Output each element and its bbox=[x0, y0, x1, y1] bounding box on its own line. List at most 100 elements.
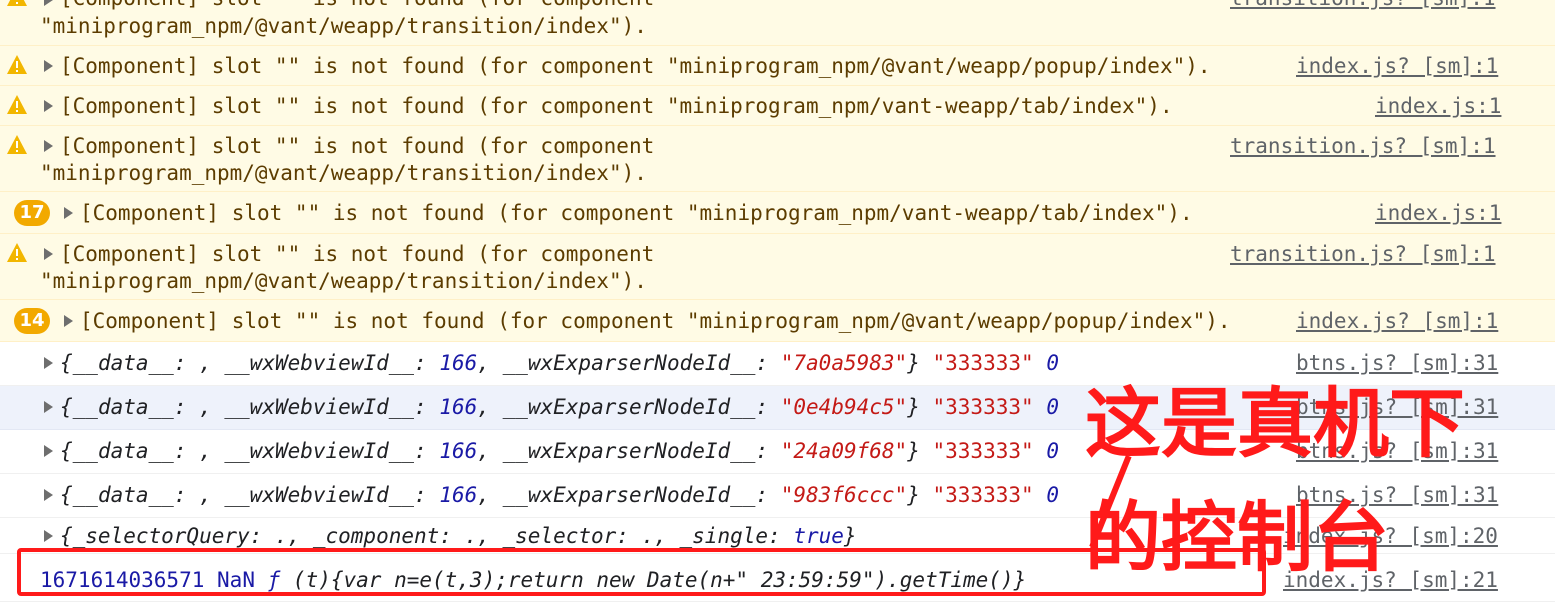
log-number: 0 bbox=[1046, 395, 1059, 419]
obj-close: } bbox=[907, 351, 920, 375]
obj-key: __wxWebviewId__ bbox=[224, 351, 415, 375]
log-string: "333333" bbox=[932, 483, 1034, 507]
warning-icon bbox=[6, 242, 28, 264]
obj-comma: , bbox=[477, 351, 503, 375]
obj-key: __wxExparserNodeId__ bbox=[502, 483, 756, 507]
expand-arrow-icon[interactable] bbox=[44, 0, 53, 6]
obj-colon: : bbox=[755, 483, 781, 507]
console-row: 17 [Component] slot "" is not found (for… bbox=[0, 192, 1555, 234]
highlight-box bbox=[17, 548, 1266, 596]
message-text-cont: "miniprogram_npm/@vant/weapp/transition/… bbox=[40, 269, 647, 293]
obj-sep: : , bbox=[173, 395, 225, 419]
expand-arrow-icon[interactable] bbox=[64, 315, 73, 327]
obj-key: __wxExparserNodeId__ bbox=[502, 395, 756, 419]
obj-close: } bbox=[907, 483, 920, 507]
source-link[interactable]: index.js:1 bbox=[1375, 199, 1501, 227]
expand-arrow-icon[interactable] bbox=[44, 530, 53, 542]
obj-string: "24a09f68" bbox=[780, 439, 908, 463]
log-object[interactable]: {__data__: , __wxWebviewId__: 166, __wxE… bbox=[60, 349, 1059, 377]
obj-open: { bbox=[60, 483, 73, 507]
obj-colon: : bbox=[414, 351, 440, 375]
obj-string: "0e4b94c5" bbox=[780, 395, 908, 419]
log-number: 0 bbox=[1046, 483, 1059, 507]
obj-colon: : bbox=[755, 351, 781, 375]
obj-comma: , bbox=[477, 395, 503, 419]
source-link[interactable]: index.js:1 bbox=[1375, 92, 1501, 120]
log-object[interactable]: {__data__: , __wxWebviewId__: 166, __wxE… bbox=[60, 481, 1059, 509]
obj-key: __data__ bbox=[72, 439, 174, 463]
obj-key: __wxExparserNodeId__ bbox=[502, 439, 756, 463]
warning-icon bbox=[6, 54, 28, 76]
obj-string: "983f6ccc" bbox=[780, 483, 908, 507]
console-row: [Component] slot "" is not found (for co… bbox=[0, 234, 1555, 300]
obj-key: __wxWebviewId__ bbox=[224, 395, 415, 419]
message-text: [Component] slot "" is not found (for co… bbox=[60, 134, 655, 158]
expand-arrow-icon[interactable] bbox=[44, 248, 53, 260]
source-link[interactable]: transition.js? [sm]:1 bbox=[1230, 132, 1496, 160]
obj-number: 166 bbox=[439, 483, 478, 507]
obj-open: { bbox=[60, 395, 73, 419]
message-text: [Component] slot "" is not found (for co… bbox=[80, 309, 1231, 333]
message-text: [Component] slot "" is not found (for co… bbox=[60, 242, 655, 266]
expand-arrow-icon[interactable] bbox=[64, 207, 73, 219]
message-text: [Component] slot "" is not found (for co… bbox=[80, 201, 1193, 225]
selector-close: } bbox=[843, 524, 857, 548]
message-text: [Component] slot "" is not found (for co… bbox=[60, 94, 1173, 118]
expand-arrow-icon[interactable] bbox=[44, 445, 53, 457]
obj-string: "7a0a5983" bbox=[780, 351, 908, 375]
obj-colon: : bbox=[414, 439, 440, 463]
obj-key: __wxExparserNodeId__ bbox=[502, 351, 756, 375]
log-object[interactable]: {__data__: , __wxWebviewId__: 166, __wxE… bbox=[60, 437, 1059, 465]
expand-arrow-icon[interactable] bbox=[44, 140, 53, 152]
message-text-cont: "miniprogram_npm/@vant/weapp/transition/… bbox=[40, 14, 647, 38]
obj-number: 166 bbox=[439, 351, 478, 375]
obj-open: { bbox=[60, 351, 73, 375]
warning-icon bbox=[6, 94, 28, 116]
obj-number: 166 bbox=[439, 395, 478, 419]
source-link[interactable]: index.js? [sm]:1 bbox=[1296, 52, 1498, 80]
obj-number: 166 bbox=[439, 439, 478, 463]
log-object[interactable]: {_selectorQuery: ., _component: ., _sele… bbox=[60, 522, 857, 550]
obj-colon: : bbox=[755, 439, 781, 463]
obj-colon: : bbox=[755, 395, 781, 419]
expand-arrow-icon[interactable] bbox=[44, 401, 53, 413]
obj-comma: , bbox=[477, 439, 503, 463]
console-row: [Component] slot "" is not found (for co… bbox=[0, 0, 1555, 46]
obj-key: __wxWebviewId__ bbox=[224, 439, 415, 463]
obj-key: __data__ bbox=[72, 351, 174, 375]
console-row: [Component] slot "" is not found (for co… bbox=[0, 126, 1555, 192]
message-text: [Component] slot "" is not found (for co… bbox=[60, 0, 654, 12]
obj-colon: : bbox=[414, 395, 440, 419]
log-number: 0 bbox=[1046, 351, 1059, 375]
message-text-cont: "miniprogram_npm/@vant/weapp/transition/… bbox=[40, 161, 647, 185]
message-text: [Component] slot "" is not found (for co… bbox=[60, 54, 1211, 78]
warning-icon bbox=[6, 0, 28, 8]
log-string: "333333" bbox=[932, 395, 1034, 419]
source-link[interactable]: transition.js? [sm]:1 bbox=[1230, 240, 1496, 268]
obj-sep: : , bbox=[173, 439, 225, 463]
expand-arrow-icon[interactable] bbox=[44, 357, 53, 369]
log-number: 0 bbox=[1046, 439, 1059, 463]
selector-value: true bbox=[793, 524, 844, 548]
obj-key: __data__ bbox=[72, 483, 174, 507]
log-object[interactable]: {__data__: , __wxWebviewId__: 166, __wxE… bbox=[60, 393, 1059, 421]
source-link[interactable]: transition.js? [sm]:1 bbox=[1230, 0, 1496, 12]
log-string: "333333" bbox=[932, 351, 1034, 375]
repeat-count-badge: 14 bbox=[14, 308, 50, 334]
source-link[interactable]: index.js? [sm]:1 bbox=[1296, 307, 1498, 335]
source-link[interactable]: btns.js? [sm]:31 bbox=[1296, 349, 1498, 377]
obj-comma: , bbox=[477, 483, 503, 507]
console-row: [Component] slot "" is not found (for co… bbox=[0, 86, 1555, 126]
obj-close: } bbox=[907, 439, 920, 463]
obj-close: } bbox=[907, 395, 920, 419]
expand-arrow-icon[interactable] bbox=[44, 489, 53, 501]
obj-key: __data__ bbox=[72, 395, 174, 419]
annotation-line2: 的控制台 bbox=[1085, 493, 1389, 582]
expand-arrow-icon[interactable] bbox=[44, 60, 53, 72]
log-string: "333333" bbox=[932, 439, 1034, 463]
obj-colon: : bbox=[414, 483, 440, 507]
obj-sep: : , bbox=[173, 483, 225, 507]
obj-sep: : , bbox=[173, 351, 225, 375]
obj-open: { bbox=[60, 439, 73, 463]
expand-arrow-icon[interactable] bbox=[44, 100, 53, 112]
